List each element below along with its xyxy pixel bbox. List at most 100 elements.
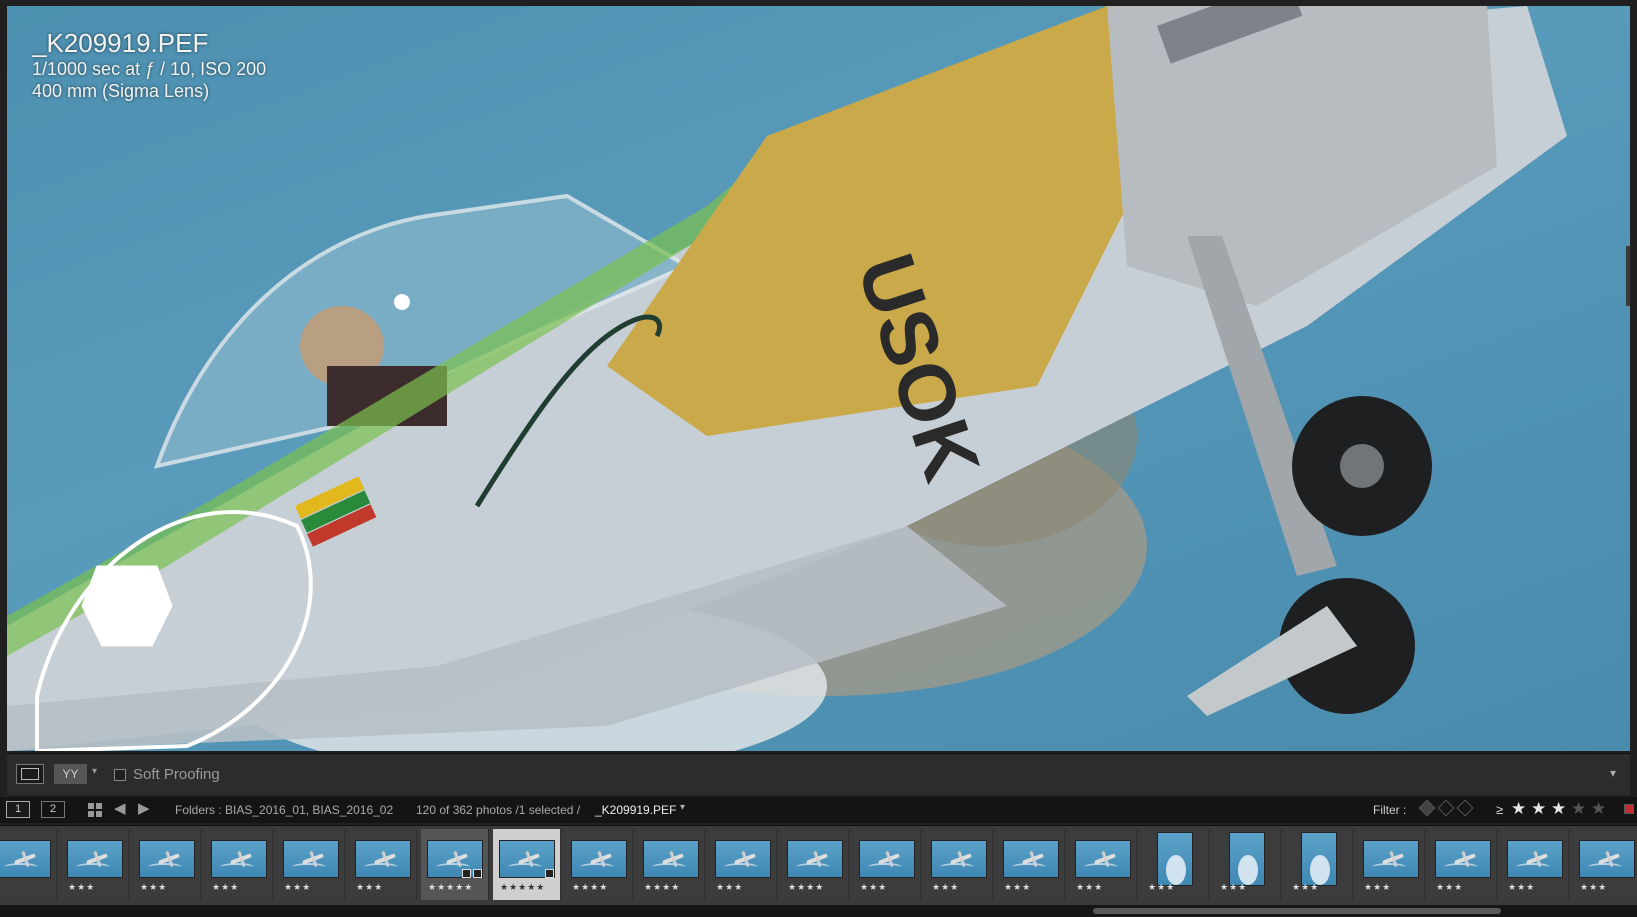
- soft-proofing-label: Soft Proofing: [133, 766, 220, 783]
- thumbnail-image: [931, 840, 987, 878]
- thumbnail-image: [1579, 840, 1635, 878]
- filmstrip-thumbnail[interactable]: ★★★: [1501, 829, 1569, 900]
- thumbnail-rating[interactable]: ★★★★★: [428, 882, 473, 893]
- filmstrip-thumbnail[interactable]: ★★★: [133, 829, 201, 900]
- thumbnail-rating[interactable]: ★★★: [1508, 882, 1535, 893]
- filmstrip-thumbnail[interactable]: ★★★★: [565, 829, 633, 900]
- thumbnail-rating[interactable]: ★★★: [1436, 882, 1463, 893]
- thumbnail-rating[interactable]: ★★★★: [572, 882, 608, 893]
- right-panel-handle[interactable]: [1626, 246, 1630, 306]
- thumbnail-rating[interactable]: ★★★: [1220, 882, 1247, 893]
- lightroom-window: USOK _K209919.PEF 1/1000 sec at ƒ / 10, …: [0, 0, 1637, 917]
- photo-filename: _K209919.PEF: [32, 28, 209, 58]
- thumbnail-rating[interactable]: ★★★: [356, 882, 383, 893]
- filmstrip-thumbnail[interactable]: ★★★: [277, 829, 345, 900]
- pick-flag-filter-icon[interactable]: [1418, 799, 1436, 817]
- filmstrip-thumbnail[interactable]: [0, 829, 57, 900]
- thumbnail-rating[interactable]: ★★★★: [644, 882, 680, 893]
- edited-badge-icon[interactable]: [545, 869, 554, 878]
- filmstrip-thumbnail[interactable]: ★★★: [1069, 829, 1137, 900]
- rating-filter-star-1[interactable]: ★: [1511, 799, 1526, 819]
- filmstrip-thumbnail[interactable]: ★★★: [709, 829, 777, 900]
- thumbnail-rating[interactable]: ★★★★: [788, 882, 824, 893]
- filmstrip-thumbnail[interactable]: ★★★: [1141, 829, 1209, 900]
- thumbnail-rating[interactable]: ★★★: [140, 882, 167, 893]
- filmstrip-thumbnail[interactable]: ★★★: [925, 829, 993, 900]
- thumbnail-image: [1435, 840, 1491, 878]
- main-screen-button[interactable]: 1: [6, 801, 30, 818]
- selected-filename-label[interactable]: _K209919.PEF: [595, 803, 676, 817]
- thumbnail-rating[interactable]: ★★★★★: [500, 882, 545, 893]
- thumbnail-image: [643, 840, 699, 878]
- filmstrip-thumbnail[interactable]: ★★★: [1429, 829, 1497, 900]
- color-label-filter-icon[interactable]: [1624, 804, 1634, 814]
- filmstrip-thumbnail[interactable]: ★★★: [349, 829, 417, 900]
- thumbnail-rating[interactable]: ★★★: [1292, 882, 1319, 893]
- thumbnail-rating[interactable]: ★★★: [1364, 882, 1391, 893]
- thumbnail-image: [715, 840, 771, 878]
- filmstrip-thumbnail[interactable]: ★★★★: [637, 829, 705, 900]
- rejected-flag-filter-icon[interactable]: [1456, 799, 1474, 817]
- thumbnail-rating[interactable]: ★★★: [1004, 882, 1031, 893]
- filmstrip-thumbnail[interactable]: ★★★: [205, 829, 273, 900]
- thumbnail-image: [1363, 840, 1419, 878]
- forward-arrow-icon[interactable]: ▶: [138, 799, 150, 817]
- grid-view-icon[interactable]: [88, 803, 102, 817]
- rating-filter-star-5[interactable]: ★: [1591, 799, 1606, 819]
- metadata-badge-icon[interactable]: [462, 869, 471, 878]
- toolbar-options-dropdown-icon[interactable]: ▾: [1610, 766, 1616, 780]
- filename-dropdown-icon[interactable]: ▾: [680, 802, 685, 813]
- thumbnail-rating[interactable]: ★★★: [716, 882, 743, 893]
- filmstrip-thumbnail[interactable]: ★★★★★: [421, 829, 489, 900]
- photo-lens: 400 mm (Sigma Lens): [32, 81, 210, 101]
- folders-source-label[interactable]: Folders : BIAS_2016_01, BIAS_2016_02: [175, 803, 393, 817]
- loupe-toolbar: YY ▾ Soft Proofing ▾: [7, 753, 1630, 795]
- compare-view-button[interactable]: YY: [54, 764, 87, 784]
- filmstrip-thumbnail[interactable]: ★★★: [1573, 829, 1637, 900]
- filmstrip-thumbnail[interactable]: ★★★: [1285, 829, 1353, 900]
- thumbnail-image: [1075, 840, 1131, 878]
- filmstrip-thumbnail[interactable]: ★★★★: [781, 829, 849, 900]
- thumbnail-rating[interactable]: ★★★: [284, 882, 311, 893]
- thumbnail-image: [1003, 840, 1059, 878]
- loupe-view-icon: [21, 768, 39, 780]
- filmstrip: ★★★ ★★★ ★★★ ★★★ ★★★ ★★★★★ ★★★★★ ★★★★ ★★★★ ★★★ ★★★★…: [0, 825, 1637, 905]
- thumbnail-rating[interactable]: ★★★: [932, 882, 959, 893]
- thumbnail-image: [1507, 840, 1563, 878]
- filmstrip-thumbnail[interactable]: ★★★: [61, 829, 129, 900]
- photo-count-label: 120 of 362 photos /1 selected /: [416, 803, 581, 817]
- filmstrip-scrollbar[interactable]: [0, 905, 1637, 917]
- thumbnail-image: [139, 840, 195, 878]
- unflagged-filter-icon[interactable]: [1437, 799, 1455, 817]
- rating-filter-star-2[interactable]: ★: [1531, 799, 1546, 819]
- loupe-view[interactable]: USOK _K209919.PEF 1/1000 sec at ƒ / 10, …: [7, 6, 1630, 751]
- loupe-view-button[interactable]: [16, 764, 44, 784]
- rating-filter-star-3[interactable]: ★: [1551, 799, 1566, 819]
- thumbnail-image: [571, 840, 627, 878]
- secondary-screen-button[interactable]: 2: [41, 801, 65, 818]
- filmstrip-thumbnail[interactable]: ★★★: [1213, 829, 1281, 900]
- thumbnail-image: [67, 840, 123, 878]
- back-arrow-icon[interactable]: ◀: [114, 799, 126, 817]
- edited-badge-icon[interactable]: [473, 869, 482, 878]
- filmstrip-header: 1 2 ◀ ▶ Folders : BIAS_2016_01, BIAS_201…: [0, 797, 1637, 823]
- photo-info-overlay: _K209919.PEF 1/1000 sec at ƒ / 10, ISO 2…: [32, 28, 266, 102]
- thumbnail-rating[interactable]: ★★★: [1076, 882, 1103, 893]
- filmstrip-thumbnail[interactable]: ★★★: [997, 829, 1065, 900]
- rating-operator[interactable]: ≥: [1496, 802, 1503, 817]
- photo-exposure: 1/1000 sec at ƒ / 10, ISO 200: [32, 59, 267, 79]
- thumbnail-rating[interactable]: ★★★: [860, 882, 887, 893]
- soft-proofing-checkbox[interactable]: [114, 769, 126, 781]
- filmstrip-thumbnail[interactable]: ★★★: [1357, 829, 1425, 900]
- filmstrip-scroll-thumb[interactable]: [1093, 908, 1501, 914]
- filmstrip-thumbnail[interactable]: ★★★: [853, 829, 921, 900]
- thumbnail-image: [355, 840, 411, 878]
- rating-filter-star-4[interactable]: ★: [1571, 799, 1586, 819]
- filter-label: Filter :: [1373, 803, 1407, 817]
- filmstrip-thumbnail[interactable]: ★★★★★: [493, 829, 561, 900]
- thumbnail-rating[interactable]: ★★★: [212, 882, 239, 893]
- compare-view-dropdown-icon[interactable]: ▾: [92, 766, 97, 777]
- thumbnail-rating[interactable]: ★★★: [1148, 882, 1175, 893]
- thumbnail-rating[interactable]: ★★★: [68, 882, 95, 893]
- thumbnail-rating[interactable]: ★★★: [1580, 882, 1607, 893]
